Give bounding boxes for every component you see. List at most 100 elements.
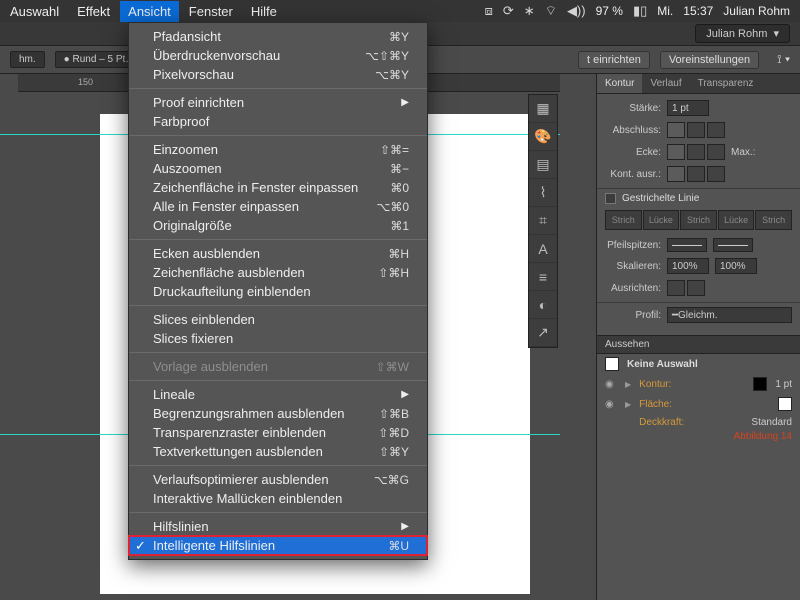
menu-item[interactable]: Zeichenfläche in Fenster einpassen⌘0 — [129, 178, 427, 197]
cap-buttons[interactable] — [667, 122, 725, 138]
triangle-icon[interactable]: ▶ — [625, 400, 631, 409]
brushes-icon[interactable]: ⌇ — [529, 179, 557, 207]
appearance-header[interactable]: Aussehen — [597, 335, 800, 354]
menu-item[interactable]: Originalgröße⌘1 — [129, 216, 427, 235]
tab-verlauf[interactable]: Verlauf — [642, 74, 689, 93]
menu-item[interactable]: Zeichenfläche ausblenden⇧⌘H — [129, 263, 427, 282]
menu-item[interactable]: Farbproof — [129, 112, 427, 131]
stroke-icon[interactable]: ≡ — [529, 263, 557, 291]
appearance-panel: Keine Auswahl ◉ ▶ Kontur: 1 pt ◉ ▶ Fläch… — [597, 354, 800, 442]
menu-item-label: Pixelvorschau — [153, 67, 234, 82]
menu-item[interactable]: Hilfslinien▶ — [129, 517, 427, 536]
profile-field[interactable]: ━ Gleichm. — [667, 307, 792, 323]
menu-effekt[interactable]: Effekt — [77, 4, 110, 19]
scale-start[interactable]: 100% — [667, 258, 709, 274]
menu-shortcut: ⌘H — [388, 247, 409, 261]
menu-auswahl[interactable]: Auswahl — [10, 4, 59, 19]
menu-separator — [129, 305, 427, 306]
menu-item-label: Proof einrichten — [153, 95, 244, 110]
menu-item-label: Zeichenfläche ausblenden — [153, 265, 305, 280]
menu-ansicht[interactable]: Ansicht — [120, 1, 179, 22]
menu-hilfe[interactable]: Hilfe — [251, 4, 277, 19]
eye-icon[interactable]: ◉ — [605, 379, 617, 390]
menu-item[interactable]: Pixelvorschau⌥⌘Y — [129, 65, 427, 84]
menu-shortcut: ⇧⌘Y — [379, 445, 409, 459]
eye-icon[interactable]: ◉ — [605, 399, 617, 410]
menu-item[interactable]: Überdruckenvorschau⌥⇧⌘Y — [129, 46, 427, 65]
cap-label: Abschluss: — [605, 125, 661, 136]
menu-item[interactable]: Verlaufsoptimierer ausblenden⌥⌘G — [129, 470, 427, 489]
menu-shortcut: ⌘− — [390, 162, 409, 176]
align-icon[interactable]: ⟟ ▾ — [777, 52, 790, 67]
sync-icon[interactable]: ⟳ — [503, 3, 514, 19]
menu-item-label: Textverkettungen ausblenden — [153, 444, 323, 459]
menu-item[interactable]: Begrenzungsrahmen ausblenden⇧⌘B — [129, 404, 427, 423]
menu-item[interactable]: Ecken ausblenden⌘H — [129, 244, 427, 263]
menubar-left: Auswahl Effekt Ansicht Fenster Hilfe — [10, 4, 277, 19]
menu-item-label: Originalgröße — [153, 218, 232, 233]
arrow-start[interactable] — [667, 238, 707, 252]
menu-fenster[interactable]: Fenster — [189, 4, 233, 19]
menu-item[interactable]: Druckaufteilung einblenden — [129, 282, 427, 301]
menu-item[interactable]: Auszoomen⌘− — [129, 159, 427, 178]
setup-button[interactable]: t einrichten — [578, 51, 650, 69]
scale-end[interactable]: 100% — [715, 258, 757, 274]
swatches-icon[interactable]: ▤ — [529, 151, 557, 179]
appearance-stroke-row[interactable]: ◉ ▶ Kontur: 1 pt — [597, 374, 800, 394]
arrow-align-buttons[interactable] — [667, 280, 705, 296]
tab-kontur[interactable]: Kontur — [597, 74, 642, 93]
menu-item[interactable]: Lineale▶ — [129, 385, 427, 404]
right-panels: Kontur Verlauf Transparenz Stärke: 1 pt … — [596, 74, 800, 600]
type-icon[interactable]: A — [529, 235, 557, 263]
submenu-arrow-icon: ▶ — [401, 521, 409, 532]
menu-item[interactable]: Textverkettungen ausblenden ⇧⌘Y — [129, 442, 427, 461]
menu-item[interactable]: Interaktive Mallücken einblenden — [129, 489, 427, 508]
prefs-button[interactable]: Voreinstellungen — [660, 51, 759, 69]
transform-icon[interactable]: ↗ — [529, 319, 557, 347]
menu-item-label: Transparenzraster einblenden — [153, 425, 326, 440]
menu-item[interactable]: Alle in Fenster einpassen⌥⌘0 — [129, 197, 427, 216]
bluetooth-icon[interactable]: ∗ — [524, 3, 535, 19]
menu-shortcut: ⇧⌘W — [376, 360, 409, 374]
menu-item-label: Lineale — [153, 387, 195, 402]
triangle-icon[interactable]: ▶ — [625, 380, 631, 389]
check-icon: ✓ — [135, 538, 146, 554]
menubar-user[interactable]: Julian Rohm — [723, 4, 790, 18]
menu-item-label: Farbproof — [153, 114, 209, 129]
menu-item[interactable]: Slices fixieren — [129, 329, 427, 348]
gradient-icon[interactable]: ◐ — [529, 291, 557, 319]
symbols-icon[interactable]: ⌗ — [529, 207, 557, 235]
menu-shortcut: ⇧⌘D — [378, 426, 409, 440]
wifi-icon[interactable]: ⌔ — [545, 3, 557, 19]
no-selection-label: Keine Auswahl — [627, 359, 698, 370]
battery-icon[interactable]: ▮▯ — [633, 3, 647, 19]
volume-icon[interactable]: ◀)) — [567, 3, 586, 19]
arrow-end[interactable] — [713, 238, 753, 252]
fill-swatch[interactable] — [778, 397, 792, 411]
menu-separator — [129, 512, 427, 513]
appearance-opacity-row[interactable]: ◉ ▶ Deckkraft: Standard — [597, 414, 800, 431]
stroke-swatch[interactable] — [753, 377, 767, 391]
mac-menubar: Auswahl Effekt Ansicht Fenster Hilfe ⧈ ⟳… — [0, 0, 800, 22]
menu-item[interactable]: ✓Intelligente Hilfslinien⌘U — [129, 536, 427, 555]
weight-field[interactable]: 1 pt — [667, 100, 709, 116]
clock-time: 15:37 — [683, 4, 713, 18]
corner-buttons[interactable] — [667, 144, 725, 160]
appearance-fill-row[interactable]: ◉ ▶ Fläche: — [597, 394, 800, 414]
menu-item[interactable]: Pfadansicht⌘Y — [129, 27, 427, 46]
menu-item[interactable]: Proof einrichten▶ — [129, 93, 427, 112]
dashed-checkbox[interactable] — [605, 193, 616, 204]
app-user-button[interactable]: Julian Rohm ▾ — [695, 24, 790, 43]
menu-item[interactable]: Einzoomen⇧⌘= — [129, 140, 427, 159]
tab-transparenz[interactable]: Transparenz — [690, 74, 762, 93]
weight-label: Stärke: — [605, 103, 661, 114]
menu-item[interactable]: Slices einblenden — [129, 310, 427, 329]
align-buttons[interactable] — [667, 166, 725, 182]
panel-icon[interactable]: ▦ — [529, 95, 557, 123]
dash-pattern[interactable]: Strich Lücke Strich Lücke Strich — [605, 210, 792, 230]
clock-day: Mi. — [657, 4, 673, 18]
dropbox-icon[interactable]: ⧈ — [485, 3, 493, 19]
menu-item[interactable]: Transparenzraster einblenden ⇧⌘D — [129, 423, 427, 442]
doc-tab[interactable]: hm. — [10, 51, 45, 68]
color-icon[interactable]: 🎨 — [529, 123, 557, 151]
